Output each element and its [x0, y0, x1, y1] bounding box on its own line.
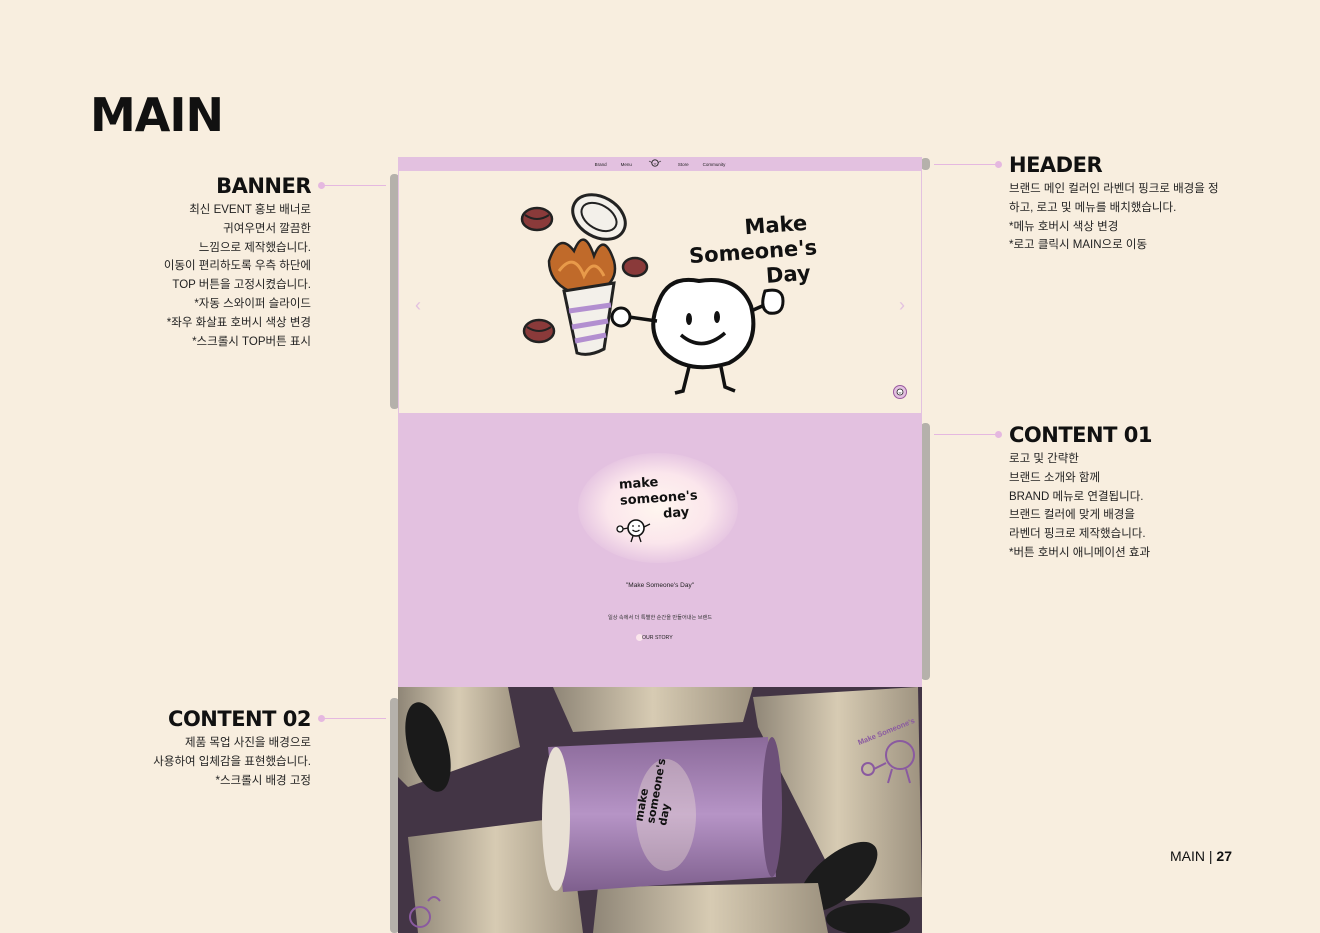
main-banner: ‹ › Make Someone's Day [398, 171, 922, 413]
nav-menu[interactable]: Menu [621, 162, 632, 167]
content02-annotation-title: CONTENT 02 [168, 707, 311, 731]
footer-section: MAIN [1170, 848, 1205, 864]
brand-character-icon [616, 519, 651, 543]
content01-annotation-line: 라벤더 핑크로 제작했습니다. [1009, 528, 1146, 541]
nav-brand[interactable]: Brand [595, 162, 607, 167]
site-header: Brand Menu Store Community [398, 157, 922, 171]
content02-connector-line [322, 718, 386, 719]
content01-annotation-line: *버튼 호버시 애니메이션 효과 [1009, 546, 1151, 559]
banner-illustration [520, 193, 785, 395]
banner-annotation-title: BANNER [216, 174, 311, 198]
brand-description: 일상 속에서 더 특별한 순간을 만들어내는 브랜드 [607, 615, 713, 621]
header-annotation-line: 하고, 로고 및 메뉴를 배치했습니다. [1009, 201, 1177, 214]
content01-connector-line [934, 434, 998, 435]
banner-annotation-line: 이동이 편리하도록 우측 하단에 [163, 260, 311, 273]
content01-annotation-line: 로고 및 간략한 [1009, 453, 1079, 465]
content-01-section: make someone's day "Make Someone's Day" … [398, 413, 922, 687]
banner-connector-line [322, 185, 386, 186]
content01-annotation-line: BRAND 메뉴로 연결됩니다. [1009, 490, 1144, 503]
header-connector-line [934, 164, 998, 165]
banner-annotation-line: *스크롤시 TOP버튼 표시 [192, 335, 311, 348]
banner-annotation-line: *자동 스와이퍼 슬라이드 [194, 297, 311, 310]
content01-annotation: CONTENT 01 로고 및 간략한 브랜드 소개와 함께 BRAND 메뉴로… [1009, 422, 1249, 563]
site-logo-icon[interactable] [646, 158, 664, 170]
content01-section-bar [921, 423, 930, 680]
nav-community[interactable]: Community [703, 162, 726, 167]
content01-annotation-title: CONTENT 01 [1009, 423, 1152, 447]
smile-icon [896, 388, 904, 396]
banner-annotation: BANNER 최신 EVENT 홍보 배너로 귀여우면서 깔끔한 느낌으로 제작… [111, 173, 312, 351]
content02-annotation: CONTENT 02 제품 목업 사진을 배경으로 사용하여 입체감을 표현했습… [91, 706, 311, 790]
content01-annotation-line: 브랜드 컬러에 맞게 배경을 [1009, 509, 1135, 522]
header-section-bar [921, 158, 930, 170]
content01-annotation-line: 브랜드 소개와 함께 [1009, 471, 1101, 484]
website-mockup: Brand Menu Store Community ‹ › Make Some… [398, 157, 922, 933]
banner-annotation-line: 최신 EVENT 홍보 배너로 [189, 204, 311, 216]
page-footer: MAIN | 27 [1170, 848, 1232, 864]
page-title: MAIN [90, 88, 224, 142]
banner-annotation-line: 귀여우면서 깔끔한 [223, 222, 311, 235]
content01-connector-dot [995, 431, 1002, 438]
header-annotation-title: HEADER [1009, 153, 1103, 177]
header-connector-dot [995, 161, 1002, 168]
content-02-section: make someone's day Make Someone's [398, 687, 922, 933]
brand-quote: "Make Someone's Day" [626, 582, 694, 589]
page-number: 27 [1216, 848, 1232, 864]
header-annotation-line: 브랜드 메인 컬러인 라벤더 핑크로 배경을 정 [1009, 183, 1219, 195]
content02-annotation-line: *스크롤시 배경 고정 [215, 774, 311, 787]
top-button[interactable] [893, 385, 907, 399]
header-annotation-line: *로고 클릭시 MAIN으로 이동 [1009, 239, 1148, 252]
banner-annotation-line: *좌우 화살표 호버시 색상 변경 [166, 316, 311, 329]
footer-separator: | [1208, 848, 1213, 864]
header-annotation-line: *메뉴 호버시 색상 변경 [1009, 220, 1119, 233]
banner-annotation-line: TOP 버튼을 고정시켰습니다. [172, 279, 311, 292]
banner-annotation-line: 느낌으로 제작했습니다. [198, 241, 311, 254]
content02-annotation-line: 사용하여 입체감을 표현했습니다. [153, 755, 311, 768]
header-annotation: HEADER 브랜드 메인 컬러인 라벤더 핑크로 배경을 정 하고, 로고 및… [1009, 152, 1249, 255]
content02-annotation-line: 제품 목업 사진을 배경으로 [185, 737, 311, 749]
our-story-label: OUR STORY [642, 635, 673, 641]
nav-store[interactable]: Store [678, 162, 689, 167]
our-story-button[interactable]: OUR STORY [636, 633, 677, 643]
banner-slogan: Make Someone's Day [687, 211, 818, 294]
